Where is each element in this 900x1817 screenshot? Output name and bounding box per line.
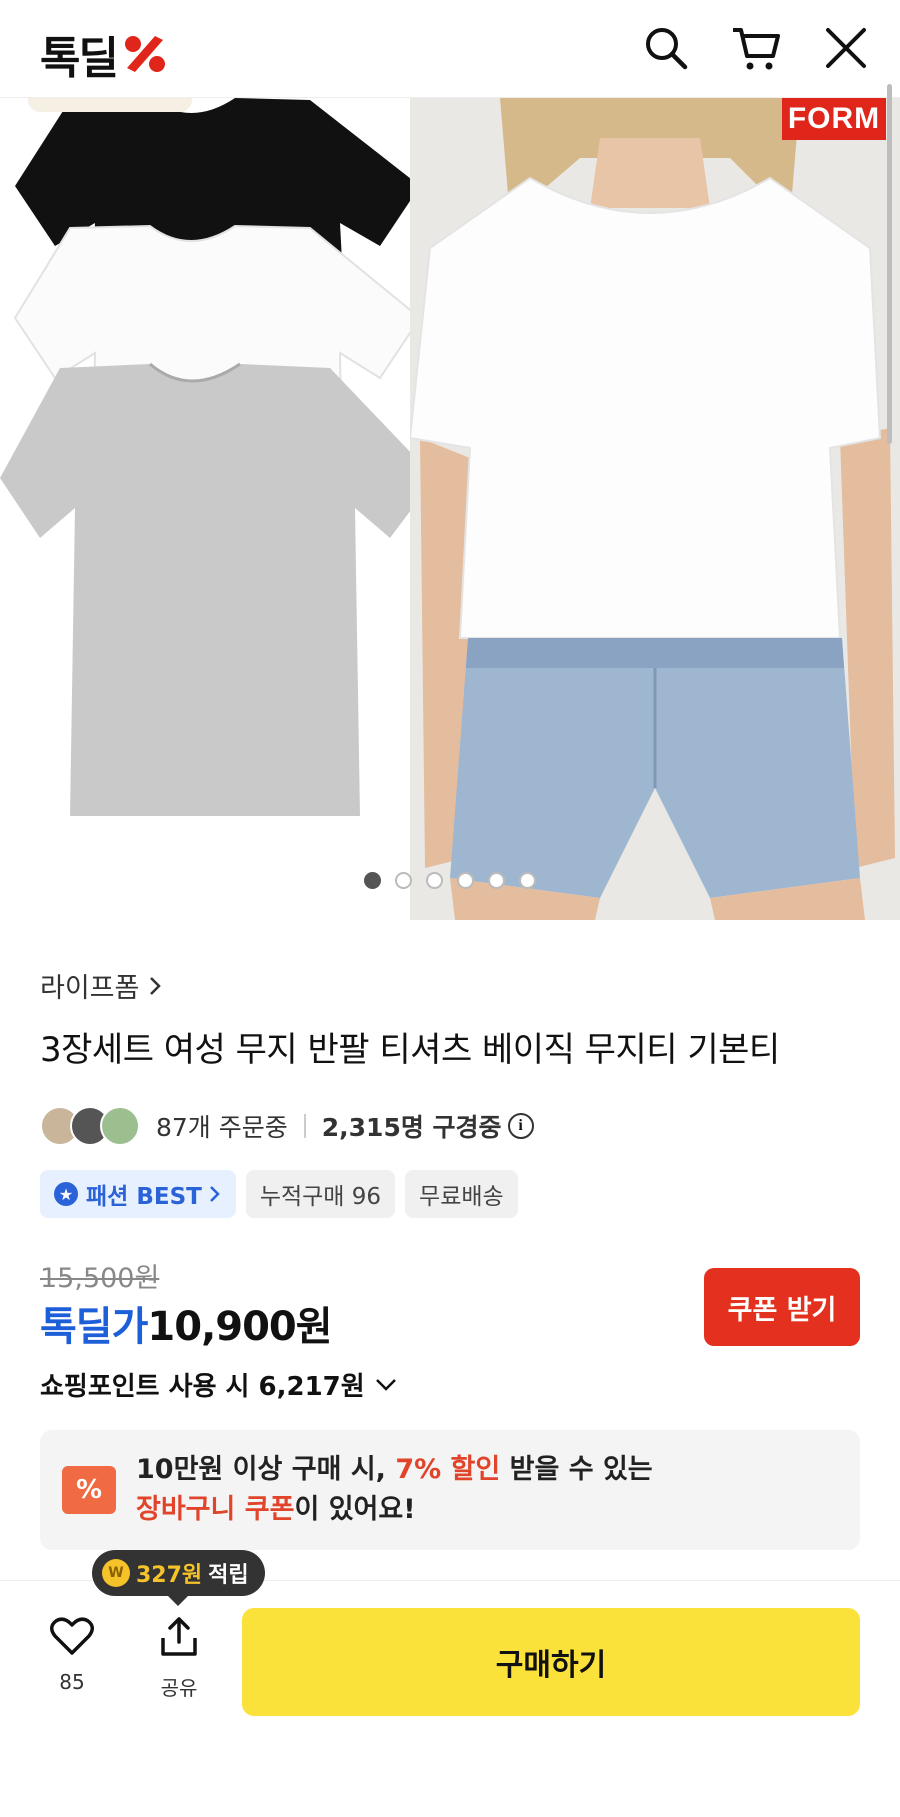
best-badge-icon: ★: [54, 1182, 78, 1206]
buy-button[interactable]: 구매하기: [242, 1608, 860, 1716]
model-photo: [408, 98, 900, 920]
banner-line1-prefix: 10만원 이상 구매 시,: [136, 1454, 396, 1485]
carousel-dot[interactable]: [426, 872, 443, 889]
chevron-right-icon: [150, 976, 162, 995]
cart-icon[interactable]: [730, 22, 782, 74]
cart-coupon-banner[interactable]: % 10만원 이상 구매 시, 7% 할인 받을 수 있는 장바구니 쿠폰이 있…: [40, 1430, 860, 1550]
deal-price: 톡딜가 10,900원: [40, 1294, 333, 1352]
fashion-best-tag[interactable]: ★ 패션 BEST: [40, 1170, 236, 1218]
buyer-avatars: [40, 1104, 146, 1148]
original-price: 15,500원: [40, 1263, 160, 1294]
todeal-logo[interactable]: 톡딜: [40, 22, 169, 86]
banner-discount-highlight: 7% 할인: [395, 1454, 501, 1485]
divider: [303, 1114, 306, 1138]
banner-message: 10만원 이상 구매 시, 7% 할인 받을 수 있는 장바구니 쿠폰이 있어요…: [136, 1450, 653, 1530]
banner-line1-suffix: 받을 수 있는: [500, 1454, 653, 1485]
avatar: [100, 1106, 140, 1146]
hero-tab-decoration: [28, 98, 192, 112]
product-title: 3장세트 여성 무지 반팔 티셔츠 베이직 무지티 기본티: [40, 1030, 780, 1070]
carousel-dot[interactable]: [395, 872, 412, 889]
reward-suffix: 적립: [208, 1563, 249, 1588]
points-text: 쇼핑포인트 사용 시 6,217원: [40, 1372, 365, 1402]
product-image-carousel[interactable]: FORM: [0, 98, 900, 920]
app-header: 톡딜: [0, 0, 900, 98]
viewer-count: 2,315명 구경중: [321, 1113, 502, 1142]
chevron-down-icon: [375, 1378, 396, 1391]
deal-price-value: 10,900원: [147, 1304, 332, 1350]
share-label: 공유: [160, 1676, 198, 1700]
tshirt-set-image: [0, 98, 435, 920]
banner-line2-suffix: 이 있어요!: [294, 1494, 416, 1525]
carousel-dot[interactable]: [519, 872, 536, 889]
deal-price-label: 톡딜가: [40, 1304, 148, 1350]
info-icon[interactable]: i: [507, 1113, 534, 1139]
brand-link[interactable]: 라이프폼: [40, 966, 163, 1005]
shopping-points-toggle[interactable]: 쇼핑포인트 사용 시 6,217원: [40, 1366, 397, 1403]
reward-tooltip: W 327원 적립: [92, 1550, 265, 1606]
coupon-icon: %: [62, 1466, 116, 1514]
logo-text: 톡딜: [40, 33, 119, 84]
carousel-indicator: [364, 872, 536, 889]
like-count: 85: [59, 1670, 85, 1694]
reward-amount: 327원: [136, 1563, 203, 1588]
banner-coupon-highlight: 장바구니 쿠폰: [136, 1494, 295, 1525]
chevron-right-icon: [209, 1186, 220, 1202]
search-icon[interactable]: [640, 22, 692, 74]
cumulative-purchase-tag: 누적구매 96: [245, 1170, 396, 1218]
page-scrollbar[interactable]: [887, 84, 892, 444]
share-button[interactable]: 공유: [137, 1616, 221, 1701]
order-count: 87개 주문중: [156, 1113, 288, 1142]
free-shipping-tag: 무료배송: [405, 1170, 518, 1218]
get-coupon-button[interactable]: 쿠폰 받기: [704, 1268, 860, 1346]
product-stats: 87개 주문중 2,315명 구경중 i: [40, 1104, 534, 1148]
product-tags: ★ 패션 BEST 누적구매 96 무료배송: [40, 1170, 518, 1218]
like-button[interactable]: 85: [30, 1616, 114, 1694]
logo-percent-icon: [124, 36, 165, 72]
share-icon: [161, 1617, 197, 1656]
heart-icon: [50, 1617, 94, 1655]
coin-icon: W: [102, 1559, 130, 1587]
close-icon[interactable]: [820, 22, 872, 74]
brand-name: 라이프폼: [40, 973, 140, 1004]
carousel-dot[interactable]: [488, 872, 505, 889]
form-brand-badge: FORM: [782, 98, 886, 140]
carousel-dot[interactable]: [457, 872, 474, 889]
best-tag-label: 패션 BEST: [86, 1184, 202, 1210]
carousel-dot[interactable]: [364, 872, 381, 889]
